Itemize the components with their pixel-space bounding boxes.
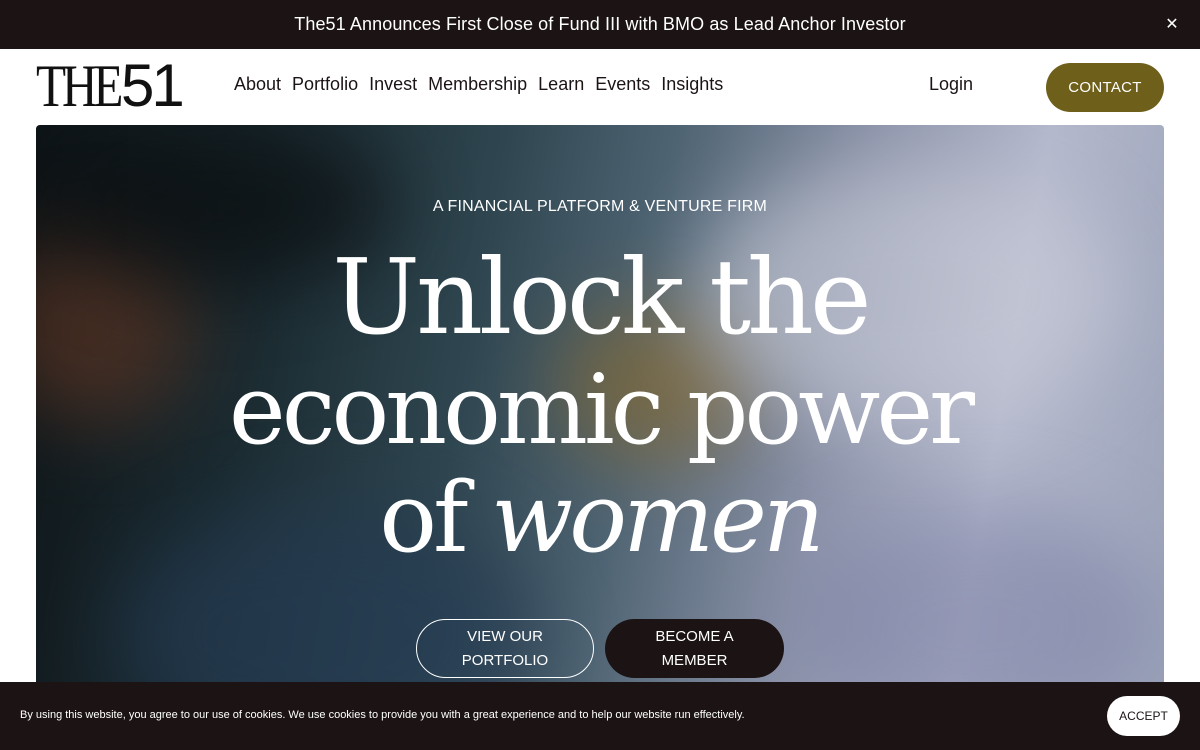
announcement-bar: The51 Announces First Close of Fund III … [0, 0, 1200, 49]
hero-section: A FINANCIAL PLATFORM & VENTURE FIRM Unlo… [36, 125, 1164, 750]
login-link[interactable]: Login [929, 74, 973, 95]
hero-headline-line3: of women [36, 458, 1164, 578]
view-portfolio-line1: VIEW OUR [467, 627, 543, 645]
hero-content: A FINANCIAL PLATFORM & VENTURE FIRM Unlo… [36, 125, 1164, 750]
contact-button[interactable]: CONTACT [1046, 63, 1164, 112]
nav-item-portfolio[interactable]: Portfolio [292, 74, 358, 95]
hero-headline-emphasis: women [491, 462, 825, 574]
nav-item-insights[interactable]: Insights [661, 74, 723, 95]
view-portfolio-label: VIEW OUR PORTFOLIO [462, 625, 548, 673]
logo[interactable]: THE 51 [36, 52, 185, 119]
nav-links: About Portfolio Invest Membership Learn … [234, 74, 734, 95]
cookie-text: By using this website, you agree to our … [20, 709, 745, 721]
hero-headline-line1: Unlock the [332, 236, 871, 358]
become-member-label: BECOME A MEMBER [655, 625, 733, 673]
cookie-banner: By using this website, you agree to our … [0, 682, 1200, 750]
announcement-text[interactable]: The51 Announces First Close of Fund III … [294, 14, 906, 35]
nav-item-events[interactable]: Events [595, 74, 650, 95]
become-member-line2: MEMBER [661, 651, 728, 669]
nav-item-membership[interactable]: Membership [428, 74, 527, 95]
nav-item-about[interactable]: About [234, 74, 281, 95]
nav-item-invest[interactable]: Invest [369, 74, 417, 95]
view-portfolio-line2: PORTFOLIO [461, 651, 549, 669]
hero-eyebrow: A FINANCIAL PLATFORM & VENTURE FIRM [432, 198, 768, 215]
view-portfolio-button[interactable]: VIEW OUR PORTFOLIO [416, 619, 594, 678]
become-member-line1: BECOME A [655, 627, 734, 645]
logo-prefix: THE [36, 53, 123, 119]
hero-headline-line3-prefix: of [379, 462, 492, 574]
become-member-button[interactable]: BECOME A MEMBER [605, 619, 784, 678]
logo-number: 51 [121, 52, 185, 119]
close-icon[interactable]: ✕ [1162, 14, 1182, 34]
hero-headline-line2: economic power [228, 354, 975, 466]
accept-cookies-button[interactable]: ACCEPT [1107, 696, 1180, 736]
nav-item-learn[interactable]: Learn [538, 74, 584, 95]
navbar: THE 51 About Portfolio Invest Membership… [0, 49, 1200, 125]
